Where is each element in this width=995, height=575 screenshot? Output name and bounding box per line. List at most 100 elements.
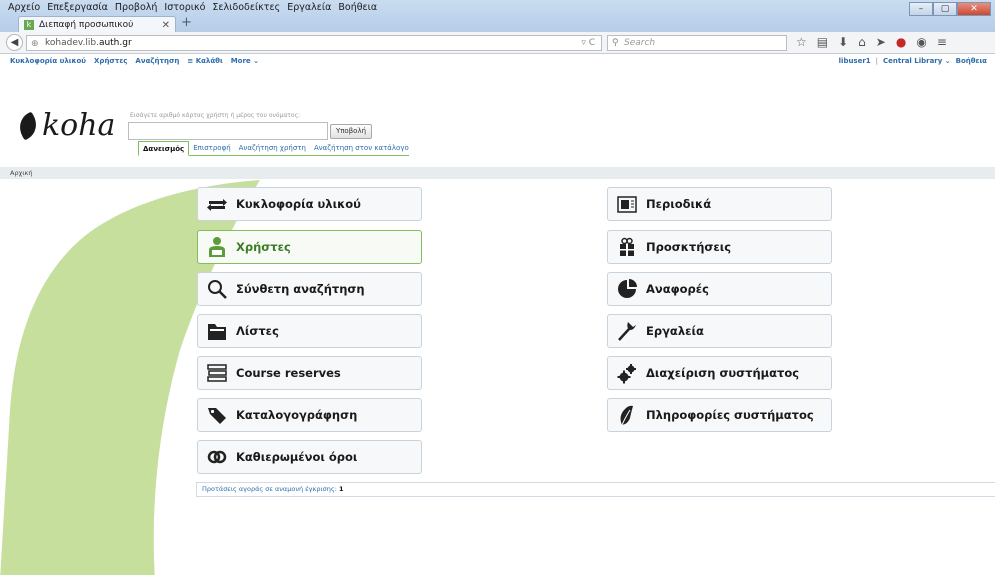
browser-titlebar: Αρχείο Επεξεργασία Προβολή Ιστορικό Σελι…	[0, 0, 995, 33]
menu-bookmarks[interactable]: Σελιδοδείκτες	[212, 2, 280, 13]
search-icon	[206, 278, 228, 300]
module-label: Αναφορές	[646, 282, 709, 296]
search-hint: Εισάγετε αριθμό κάρτας χρήστη ή μέρος το…	[130, 112, 301, 119]
authorities-icon	[206, 446, 228, 468]
module-label: Περιοδικά	[646, 197, 712, 211]
module-administration[interactable]: Διαχείριση συστήματος	[607, 356, 832, 390]
breadcrumb-home[interactable]: Αρχική	[10, 169, 32, 177]
download-icon[interactable]: ⬇	[838, 35, 848, 49]
tab-checkout[interactable]: Δανεισμός	[138, 141, 190, 156]
course-reserves-icon	[206, 362, 228, 384]
pending-suggestions-text: Προτάσεις αγοράς σε αναμονή έγκρισης:	[202, 485, 337, 493]
acquisitions-icon	[616, 236, 638, 258]
home-icon[interactable]: ⌂	[858, 35, 866, 49]
module-acquisitions[interactable]: Προσκτήσεις	[607, 230, 832, 264]
tools-icon	[616, 320, 638, 342]
menu-edit[interactable]: Επεξεργασία	[47, 2, 108, 13]
nav-circulation[interactable]: Κυκλοφορία υλικού	[10, 57, 86, 65]
tab-search-patron[interactable]: Αναζήτηση χρήστη	[235, 141, 310, 155]
module-label: Προσκτήσεις	[646, 240, 732, 254]
nav-cart[interactable]: ≡ Καλάθι	[187, 57, 222, 65]
module-label: Πληροφορίες συστήματος	[646, 408, 814, 422]
tab-checkin[interactable]: Επιστροφή	[189, 141, 234, 155]
url-bar[interactable]: ⊕ kohadev.lib.auth.gr ▿ C	[26, 35, 602, 51]
cataloging-icon	[206, 404, 228, 426]
hamburger-menu-icon[interactable]: ≡	[937, 35, 947, 49]
minimize-button[interactable]: –	[909, 2, 933, 16]
nav-patrons[interactable]: Χρήστες	[94, 57, 127, 65]
admin-icon	[616, 362, 638, 384]
chat-icon[interactable]: ◉	[916, 35, 926, 49]
browser-tab[interactable]: k Διεπαφή προσωπικού ✕	[18, 16, 176, 33]
breadcrumb: Αρχική	[0, 167, 995, 179]
module-circulation[interactable]: Κυκλοφορία υλικού	[197, 187, 422, 221]
koha-top-nav: Κυκλοφορία υλικού Χρήστες Αναζήτηση ≡ Κα…	[0, 54, 995, 68]
module-label: Καταλογογράφηση	[236, 408, 358, 422]
maximize-button[interactable]: ▢	[933, 2, 957, 16]
module-lists[interactable]: Λίστες	[197, 314, 422, 348]
close-window-button[interactable]: ✕	[957, 2, 991, 16]
tab-close-icon[interactable]: ✕	[162, 20, 170, 31]
tab-search-catalog[interactable]: Αναζήτηση στον κατάλογο	[310, 141, 413, 155]
circulation-icon	[206, 193, 228, 215]
module-cataloging[interactable]: Καταλογογράφηση	[197, 398, 422, 432]
serials-icon	[616, 193, 638, 215]
site-identity-icon[interactable]: ⊕	[31, 37, 39, 51]
module-reports[interactable]: Αναφορές	[607, 272, 832, 306]
reload-icon[interactable]: ▿ C	[581, 36, 595, 50]
logged-in-user[interactable]: libuser1	[839, 57, 871, 65]
back-arrow-icon[interactable]: ◀	[6, 34, 23, 51]
menu-view[interactable]: Προβολή	[115, 2, 158, 13]
lists-icon	[206, 320, 228, 342]
about-icon	[616, 404, 638, 426]
module-label: Κυκλοφορία υλικού	[236, 197, 361, 211]
menu-help[interactable]: Βοήθεια	[338, 2, 377, 13]
module-label: Σύνθετη αναζήτηση	[236, 282, 365, 296]
module-label: Χρήστες	[236, 240, 291, 254]
module-course-reserves[interactable]: Course reserves	[197, 356, 422, 390]
tab-title: Διεπαφή προσωπικού	[39, 20, 134, 30]
koha-leaf-icon	[13, 111, 43, 141]
new-tab-icon[interactable]: +	[181, 15, 192, 30]
module-label: Καθιερωμένοι όροι	[236, 450, 358, 464]
menu-tools[interactable]: Εργαλεία	[287, 2, 331, 13]
module-label: Course reserves	[236, 366, 341, 380]
logo-text: koha	[42, 108, 116, 143]
search-tabs: Δανεισμός Επιστροφή Αναζήτηση χρήστη Ανα…	[138, 141, 409, 156]
reading-list-icon[interactable]: ▤	[817, 35, 828, 49]
nav-more[interactable]: More ⌄	[231, 57, 259, 65]
module-patrons[interactable]: Χρήστες	[197, 230, 422, 264]
menu-history[interactable]: Ιστορικό	[164, 2, 205, 13]
module-label: Διαχείριση συστήματος	[646, 366, 800, 380]
module-authorities[interactable]: Καθιερωμένοι όροι	[197, 440, 422, 474]
menu-file[interactable]: Αρχείο	[8, 2, 40, 13]
module-label: Λίστες	[236, 324, 279, 338]
module-advanced-search[interactable]: Σύνθετη αναζήτηση	[197, 272, 422, 306]
pending-suggestions-count: 1	[338, 485, 344, 493]
browser-menubar: Αρχείο Επεξεργασία Προβολή Ιστορικό Σελι…	[8, 2, 377, 13]
adblock-icon[interactable]: ●	[896, 35, 906, 49]
submit-button[interactable]: Υποβολή	[330, 124, 372, 139]
browser-navbar: ◀ ⊕ kohadev.lib.auth.gr ▿ C ⚲ Search ☆ ▤…	[0, 32, 995, 54]
module-about[interactable]: Πληροφορίες συστήματος	[607, 398, 832, 432]
module-label: Εργαλεία	[646, 324, 704, 338]
patron-search-input[interactable]	[128, 122, 328, 140]
search-bar[interactable]: ⚲ Search	[607, 35, 787, 51]
search-bar-icon: ⚲	[612, 38, 619, 48]
help-link[interactable]: Βοήθεια	[956, 57, 987, 65]
module-serials[interactable]: Περιοδικά	[607, 187, 832, 221]
bookmark-star-icon[interactable]: ☆	[796, 35, 807, 49]
nav-search[interactable]: Αναζήτηση	[135, 57, 179, 65]
send-icon[interactable]: ➤	[876, 35, 886, 49]
window-controls: – ▢ ✕	[909, 2, 991, 16]
url-domain: auth.gr	[98, 38, 132, 48]
pending-suggestions[interactable]: Προτάσεις αγοράς σε αναμονή έγκρισης: 1	[196, 482, 995, 497]
url-prefix: kohadev.lib.	[45, 38, 99, 48]
koha-logo[interactable]: koha	[13, 108, 116, 143]
search-bar-placeholder: Search	[624, 38, 656, 48]
branch-selector[interactable]: Central Library ⌄	[883, 57, 951, 65]
module-tools[interactable]: Εργαλεία	[607, 314, 832, 348]
reports-icon	[616, 278, 638, 300]
koha-favicon-icon: k	[24, 20, 34, 30]
browser-toolbar-icons: ☆ ▤ ⬇ ⌂ ➤ ● ◉ ≡	[796, 35, 947, 49]
